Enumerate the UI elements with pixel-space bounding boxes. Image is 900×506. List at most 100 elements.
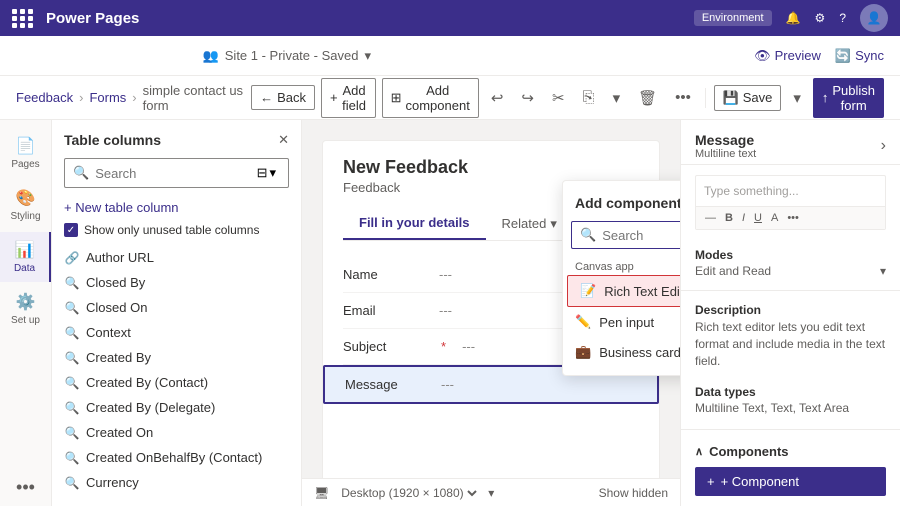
- list-item[interactable]: 🔗 Author URL: [52, 245, 301, 270]
- sidebar-item-styling[interactable]: 🎨 Styling: [0, 180, 51, 230]
- close-panel-icon[interactable]: ✕: [278, 132, 289, 148]
- rte-bold-tool[interactable]: B: [722, 211, 736, 225]
- nav-more-button[interactable]: •••: [8, 469, 43, 506]
- add-field-button[interactable]: + Add field: [321, 78, 376, 118]
- publish-button[interactable]: ↑ Publish form: [813, 78, 884, 118]
- undo-button[interactable]: ↩: [485, 85, 510, 111]
- right-panel-arrow-icon[interactable]: ›: [881, 137, 886, 155]
- rte-italic-tool[interactable]: I: [739, 211, 748, 225]
- rte-underline-tool[interactable]: U: [751, 211, 765, 225]
- back-button[interactable]: ← Back: [251, 85, 315, 110]
- filter-chevron: ▾: [269, 165, 276, 181]
- rte-more-tool[interactable]: •••: [784, 211, 802, 225]
- environment-badge[interactable]: Environment: [694, 10, 772, 26]
- link-icon: 🔗: [64, 251, 80, 265]
- save-icon: 💾: [723, 90, 739, 106]
- bell-icon[interactable]: 🔔: [786, 11, 801, 25]
- gear-icon[interactable]: ⚙: [815, 11, 826, 25]
- add-component-modal: Add component 🔍 Canvas app 📝 Rich Text E…: [562, 180, 680, 376]
- field-label-subject: Subject: [343, 339, 423, 354]
- components-header: ∧ Components: [695, 444, 886, 459]
- sidebar-item-setup[interactable]: ⚙️ Set up: [0, 284, 51, 334]
- modal-item-pen-input[interactable]: ✏️ Pen input: [563, 307, 680, 337]
- lookup-icon: 🔍: [64, 401, 80, 415]
- show-hidden-button[interactable]: Show hidden: [599, 486, 668, 500]
- save-expand-icon[interactable]: ▾: [787, 85, 807, 111]
- pen-input-icon: ✏️: [575, 314, 591, 330]
- avatar[interactable]: 👤: [860, 4, 888, 32]
- data-icon: 📊: [15, 240, 35, 260]
- breadcrumb-feedback[interactable]: Feedback: [16, 90, 73, 105]
- tab-fill-details[interactable]: Fill in your details: [343, 207, 486, 240]
- show-unused-toggle[interactable]: ✓ Show only unused table columns: [52, 219, 301, 245]
- filter-icon: ⊟: [257, 165, 268, 181]
- help-icon[interactable]: ?: [839, 11, 846, 25]
- data-types-label: Data types: [681, 377, 900, 401]
- show-unused-checkbox[interactable]: ✓: [64, 223, 78, 237]
- table-columns-panel: Table columns ✕ 🔍 ⊟ ▾ + New table column…: [52, 120, 302, 506]
- filter-button[interactable]: ⊟ ▾: [253, 163, 280, 183]
- field-value-subject: ---: [462, 339, 475, 354]
- panel-search-container: 🔍 ⊟ ▾: [64, 158, 289, 188]
- list-item[interactable]: 🔍 Currency: [52, 470, 301, 494]
- list-item[interactable]: 🔍 Created By (Contact): [52, 370, 301, 395]
- preview-button[interactable]: 👁 Preview: [754, 48, 821, 64]
- list-item[interactable]: 🔍 Closed By: [52, 270, 301, 295]
- breadcrumb-form-name: simple contact us form: [143, 83, 243, 113]
- site-chevron-icon[interactable]: ▾: [364, 48, 371, 64]
- list-item[interactable]: 🔍 Closed On: [52, 295, 301, 320]
- rte-dash-tool[interactable]: —: [702, 211, 719, 225]
- modes-value: Edit and Read: [695, 264, 771, 278]
- desktop-select[interactable]: Desktop (1920 × 1080): [337, 485, 480, 501]
- list-item[interactable]: 🔍 Created OnBehalfBy (Contact): [52, 445, 301, 470]
- redo-button[interactable]: ↪: [515, 85, 540, 111]
- more-button[interactable]: •••: [669, 85, 697, 110]
- expand-button[interactable]: ▾: [607, 85, 627, 111]
- modal-item-rich-text[interactable]: 📝 Rich Text Editor Control: [567, 275, 680, 307]
- chevron-down-icon[interactable]: ▾: [488, 486, 494, 500]
- related-chevron-icon: ▾: [550, 216, 557, 232]
- list-item[interactable]: 🔍 Context: [52, 320, 301, 345]
- form-title: New Feedback: [343, 157, 639, 178]
- lookup-icon: 🔍: [64, 301, 80, 315]
- sidebar-item-data[interactable]: 📊 Data: [0, 232, 51, 282]
- field-label-email: Email: [343, 303, 423, 318]
- sync-button[interactable]: 🔄 Sync: [835, 48, 884, 64]
- toolbar-bar: Feedback › Forms › simple contact us for…: [0, 76, 900, 120]
- lookup-icon: 🔍: [64, 426, 80, 440]
- list-item[interactable]: 🔍 Created By (Delegate): [52, 395, 301, 420]
- sidebar-item-pages[interactable]: 📄 Pages: [0, 128, 51, 178]
- add-column-button[interactable]: + New table column: [52, 196, 301, 219]
- site-info: 👥 Site 1 - Private - Saved ▾: [203, 48, 371, 64]
- modal-search-icon: 🔍: [580, 227, 596, 243]
- copy-button[interactable]: ⎘: [577, 85, 601, 110]
- add-component-btn[interactable]: + + Component: [695, 467, 886, 496]
- modal-item-business-card[interactable]: 💼 Business card reader: [563, 337, 680, 367]
- toolbar-sep: [705, 88, 706, 108]
- collapse-icon[interactable]: ∧: [695, 445, 703, 458]
- app-grid-icon[interactable]: [12, 9, 34, 28]
- cut-button[interactable]: ✂: [546, 85, 571, 111]
- search-input[interactable]: [95, 166, 246, 181]
- add-component-button[interactable]: ⊞ Add component: [382, 78, 479, 118]
- modes-label: Modes: [681, 240, 900, 264]
- lookup-icon: 🔍: [64, 326, 80, 340]
- tab-related[interactable]: Related ▾: [486, 207, 573, 240]
- add-component-icon: ⊞: [391, 90, 402, 106]
- site-info-text: Site 1 - Private - Saved: [225, 48, 359, 63]
- divider-2: [681, 429, 900, 430]
- save-button[interactable]: 💾 Save: [714, 85, 782, 111]
- breadcrumb-forms[interactable]: Forms: [89, 90, 126, 105]
- desktop-icon: 🖥: [314, 486, 329, 500]
- modes-expand-icon[interactable]: ▾: [880, 264, 886, 278]
- delete-button[interactable]: 🗑: [632, 85, 663, 111]
- list-item[interactable]: 🔍 Created On: [52, 420, 301, 445]
- app-title: Power Pages: [46, 10, 139, 27]
- main-content: 📄 Pages 🎨 Styling 📊 Data ⚙️ Set up ••• T…: [0, 120, 900, 506]
- rte-color-tool[interactable]: A: [768, 211, 781, 225]
- modal-search-input[interactable]: [602, 228, 680, 243]
- list-item[interactable]: 🔍 Created By: [52, 345, 301, 370]
- bottom-bar: 🖥 Desktop (1920 × 1080) ▾ Show hidden: [302, 478, 680, 506]
- field-value-name: ---: [439, 267, 452, 282]
- second-bar: 👥 Site 1 - Private - Saved ▾ 👁 Preview 🔄…: [0, 36, 900, 76]
